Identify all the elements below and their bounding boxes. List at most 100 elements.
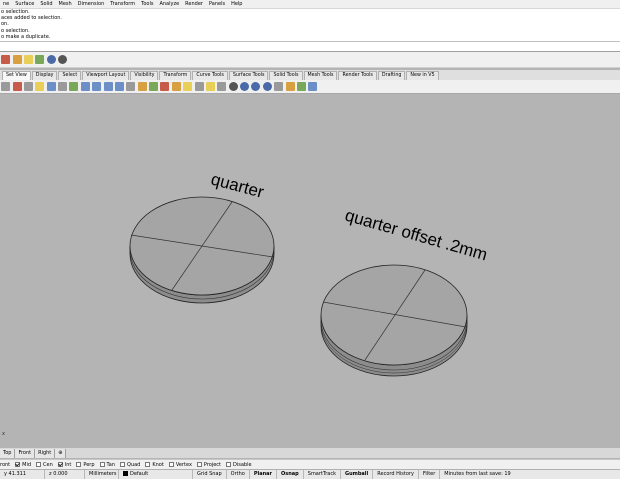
camera-icon[interactable] bbox=[274, 82, 284, 91]
osnap-checkbox[interactable] bbox=[99, 462, 105, 467]
shade-icon[interactable] bbox=[217, 82, 227, 91]
osnap-option[interactable]: ront bbox=[0, 462, 10, 468]
grid-icon[interactable] bbox=[126, 82, 136, 91]
ortho-toggle[interactable]: Ortho bbox=[227, 470, 250, 479]
osnap-checkbox[interactable] bbox=[76, 462, 82, 467]
osnap-checkbox[interactable] bbox=[120, 462, 126, 467]
osnap-option[interactable]: Project bbox=[196, 461, 222, 468]
smarttrack-toggle[interactable]: SmartTrack bbox=[304, 470, 341, 479]
osnap-option[interactable]: Tan bbox=[99, 462, 115, 468]
menu-item[interactable]: Transform bbox=[107, 0, 138, 9]
viewport-tab[interactable]: Right bbox=[35, 448, 56, 458]
print-icon[interactable] bbox=[23, 55, 33, 64]
toolbar-tab[interactable]: Solid Tools bbox=[269, 71, 303, 80]
settings-icon[interactable] bbox=[308, 82, 318, 91]
rendered-icon[interactable] bbox=[240, 82, 250, 91]
osnap-checkbox[interactable] bbox=[226, 462, 232, 467]
osnap-option[interactable]: Mid bbox=[15, 462, 31, 468]
ghost-icon[interactable] bbox=[228, 82, 238, 91]
viewport-tabs: Top Front Right ⊕ bbox=[0, 448, 620, 458]
osnap-checkbox[interactable] bbox=[145, 462, 151, 467]
light-icon[interactable] bbox=[183, 82, 193, 91]
osnap-label: Project bbox=[203, 461, 222, 468]
osnap-checkbox[interactable] bbox=[196, 462, 202, 467]
zoom-icon[interactable] bbox=[80, 82, 90, 91]
toolbar-tab[interactable]: Surface Tools bbox=[228, 71, 269, 80]
menu-item[interactable]: Render bbox=[182, 0, 206, 9]
undo-icon[interactable] bbox=[46, 82, 56, 91]
toolbar-tab[interactable]: Select bbox=[58, 71, 82, 80]
menu-item[interactable]: Analyze bbox=[156, 0, 182, 9]
globe-icon[interactable] bbox=[58, 55, 68, 64]
osnap-option[interactable]: Knot bbox=[145, 462, 164, 468]
menu-item[interactable]: Mesh bbox=[56, 0, 75, 9]
osnap-checkbox[interactable] bbox=[15, 462, 21, 467]
toolbar-tab[interactable]: Curve Tools bbox=[192, 71, 228, 80]
sun-icon[interactable] bbox=[205, 82, 215, 91]
osnap-checkbox[interactable] bbox=[57, 462, 63, 467]
toolbar-tab[interactable]: Transform bbox=[159, 71, 192, 80]
snapshot-icon[interactable] bbox=[285, 82, 295, 91]
select-icon[interactable] bbox=[1, 82, 11, 91]
menu-item[interactable]: Tools bbox=[138, 0, 156, 9]
osnap-checkbox[interactable] bbox=[168, 462, 174, 467]
viewport-tab[interactable]: Top bbox=[0, 448, 16, 458]
osnap-checkbox[interactable] bbox=[36, 462, 42, 467]
toolbar-tab[interactable]: Display bbox=[31, 71, 58, 80]
coin-quarter-offset[interactable] bbox=[320, 264, 468, 377]
toolbar-tab[interactable]: Visibility bbox=[130, 71, 159, 80]
viewport-tab[interactable]: Front bbox=[15, 448, 36, 458]
coin-quarter[interactable] bbox=[129, 196, 275, 304]
grid-snap-toggle[interactable]: Grid Snap bbox=[193, 470, 227, 479]
menu-item[interactable]: Surface bbox=[12, 0, 37, 9]
layer-pane[interactable]: Default bbox=[119, 470, 193, 479]
record-history-toggle[interactable]: Record History bbox=[373, 470, 419, 479]
zoom-window-icon[interactable] bbox=[92, 82, 102, 91]
osnap-toggle[interactable]: Osnap bbox=[277, 470, 304, 479]
perspective-viewport[interactable]: quarter quarter offset .2mm x bbox=[0, 94, 620, 446]
toolbar-tab[interactable]: Mesh Tools bbox=[303, 71, 338, 80]
command-prompt-input[interactable] bbox=[0, 42, 620, 52]
globe-icon[interactable] bbox=[262, 82, 272, 91]
pan-icon[interactable] bbox=[58, 82, 68, 91]
menu-item[interactable]: Help bbox=[228, 0, 245, 9]
osnap-option[interactable]: Cen bbox=[36, 462, 53, 468]
osnap-option[interactable]: Perp bbox=[76, 462, 95, 468]
rotate-icon[interactable] bbox=[69, 82, 79, 91]
zoom-extents-icon[interactable] bbox=[103, 82, 113, 91]
menu-item[interactable]: Panels bbox=[206, 0, 228, 9]
filter-toggle[interactable]: Filter bbox=[419, 470, 441, 479]
menu-item[interactable]: Solid bbox=[37, 0, 55, 9]
render-sphere-icon[interactable] bbox=[46, 55, 56, 64]
help-icon[interactable] bbox=[194, 82, 204, 91]
zoom-selected-icon[interactable] bbox=[114, 82, 124, 91]
toolbar-tab[interactable]: Viewport Layout bbox=[82, 71, 130, 80]
osnap-label: Quad bbox=[127, 461, 141, 468]
render-icon[interactable] bbox=[160, 82, 170, 91]
menu-item[interactable]: Dimension bbox=[75, 0, 108, 9]
open-icon[interactable] bbox=[1, 55, 11, 64]
paste-icon[interactable] bbox=[35, 82, 45, 91]
sphere-icon[interactable] bbox=[251, 82, 261, 91]
osnap-option[interactable]: Quad bbox=[120, 462, 140, 468]
add-viewport-tab[interactable]: ⊕ bbox=[55, 448, 67, 458]
osnap-option[interactable]: Int bbox=[57, 462, 71, 468]
toolbar-tab[interactable]: New in V5 bbox=[406, 71, 439, 80]
properties-icon[interactable] bbox=[137, 82, 147, 91]
close-icon[interactable] bbox=[12, 82, 22, 91]
osnap-option[interactable]: Vertex bbox=[168, 462, 192, 468]
planar-toggle[interactable]: Planar bbox=[250, 470, 278, 479]
copy-icon[interactable] bbox=[23, 82, 33, 91]
material-icon[interactable] bbox=[171, 82, 181, 91]
toolbar-tab[interactable]: Drafting bbox=[377, 71, 406, 80]
toolbar-tab[interactable]: Render Tools bbox=[338, 71, 377, 80]
toolbar-tab[interactable]: Set View bbox=[2, 71, 31, 80]
osnap-option[interactable]: Disable bbox=[226, 462, 252, 468]
layers-icon[interactable] bbox=[149, 82, 159, 91]
gumball-toggle[interactable]: Gumball bbox=[341, 470, 374, 479]
menu-item[interactable]: ne bbox=[0, 0, 12, 9]
viewport-icon[interactable] bbox=[296, 82, 306, 91]
viewport-canvas: quarter quarter offset .2mm bbox=[129, 170, 490, 377]
save-icon[interactable] bbox=[12, 55, 22, 64]
layer-icon[interactable] bbox=[35, 55, 45, 64]
